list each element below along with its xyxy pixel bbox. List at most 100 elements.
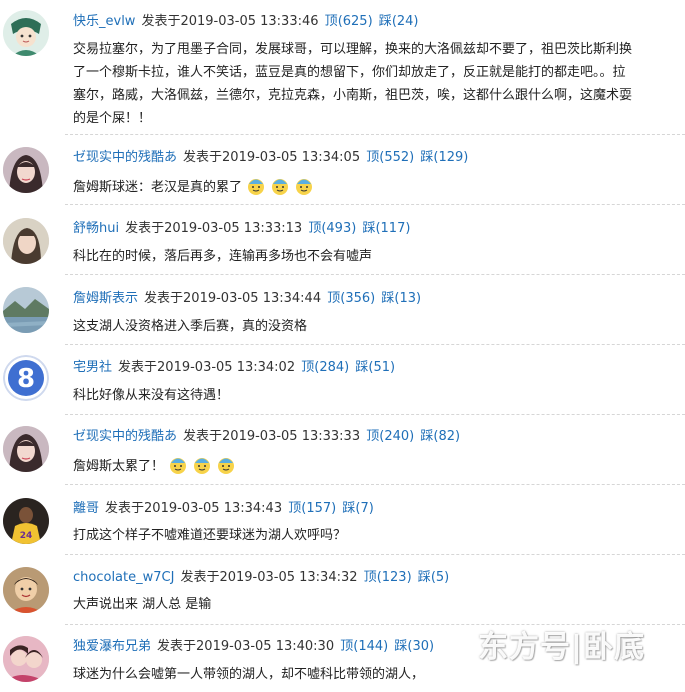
downvote-link[interactable]: 踩(7)	[342, 501, 373, 516]
post-time: 2019-03-05 13:34:44	[183, 291, 322, 306]
player-photo-avatar[interactable]: 24	[3, 498, 49, 544]
username-link[interactable]: ゼ现实中的残酷あ	[73, 429, 177, 444]
username-link[interactable]: 宅男社	[73, 360, 112, 375]
svg-text:8: 8	[17, 364, 35, 394]
comment-text: 詹姆斯球迷：老汉是真的累了	[73, 176, 673, 199]
comment-line: 了一个穆斯卡拉，谁人不笑话，蓝豆是真的想留下，你们却放走了，反正就是能打的都走吧…	[73, 65, 626, 80]
upvote-link[interactable]: 顶(144)	[340, 639, 388, 654]
emoji-group	[242, 179, 314, 195]
comment-meta: ゼ现实中的残酷あ 发表于2019-03-05 13:34:05 顶(552) 踩(…	[73, 149, 468, 167]
post-time: 2019-03-05 13:34:32	[219, 570, 358, 585]
comment-meta: ゼ现实中的残酷あ 发表于2019-03-05 13:33:33 顶(240) 踩(…	[73, 428, 460, 446]
posted-label: 发表于	[183, 150, 223, 165]
post-time: 2019-03-05 13:33:33	[222, 429, 361, 444]
comment-text: 打成这个样子不嘘难道还要球迷为湖人欢呼吗？	[73, 524, 673, 547]
upvote-link[interactable]: 顶(552)	[366, 150, 414, 165]
smiley-emoji-icon	[218, 458, 235, 474]
comment-line: 科比在的时候，落后再多，连输再多场也不会有嘘声	[73, 249, 373, 264]
comment-meta: 宅男社 发表于2019-03-05 13:34:02 顶(284) 踩(51)	[73, 359, 395, 377]
couple-photo-avatar[interactable]	[3, 636, 49, 682]
downvote-link[interactable]: 踩(30)	[394, 639, 434, 654]
posted-label: 发表于	[118, 360, 158, 375]
post-time: 2019-03-05 13:33:13	[164, 221, 303, 236]
comment-item: 快乐_evlw 发表于2019-03-05 13:33:46 顶(625) 踩(2…	[0, 0, 685, 135]
cartoon-avatar-icon[interactable]	[3, 10, 49, 56]
posted-label: 发表于	[144, 291, 184, 306]
smiley-emoji-icon	[248, 179, 265, 195]
downvote-link[interactable]: 踩(24)	[379, 14, 419, 29]
comment-line: 科比好像从来没有这待遇！	[73, 388, 230, 403]
post-time: 2019-03-05 13:34:02	[157, 360, 296, 375]
downvote-link[interactable]: 踩(129)	[420, 150, 468, 165]
comment-line: 詹姆斯太累了！	[73, 459, 165, 474]
username-link[interactable]: 詹姆斯表示	[73, 291, 138, 306]
downvote-link[interactable]: 踩(117)	[362, 221, 410, 236]
comment-meta: 快乐_evlw 发表于2019-03-05 13:33:46 顶(625) 踩(2…	[73, 13, 419, 31]
smiley-emoji-icon	[170, 458, 187, 474]
downvote-link[interactable]: 踩(82)	[420, 429, 460, 444]
comment-meta: 詹姆斯表示 发表于2019-03-05 13:34:44 顶(356) 踩(13)	[73, 290, 421, 308]
comment-item: ゼ现实中的残酷あ 发表于2019-03-05 13:33:33 顶(240) 踩(…	[0, 415, 685, 485]
child-photo-avatar[interactable]	[3, 567, 49, 613]
upvote-link[interactable]: 顶(493)	[308, 221, 356, 236]
comment-line: 大声说出来 湖人总 是输	[73, 597, 212, 612]
comment-line: 的是个屎！！	[73, 111, 152, 126]
posted-label: 发表于	[105, 501, 145, 516]
smiley-emoji-icon	[194, 458, 211, 474]
username-link[interactable]: 独爱瀑布兄弟	[73, 639, 151, 654]
downvote-link[interactable]: 踩(5)	[418, 570, 449, 585]
upvote-link[interactable]: 顶(123)	[364, 570, 412, 585]
comment-meta: 離哥 发表于2019-03-05 13:34:43 顶(157) 踩(7)	[73, 500, 374, 518]
comment-item: chocolate_w7CJ 发表于2019-03-05 13:34:32 顶(1…	[0, 555, 685, 625]
upvote-link[interactable]: 顶(284)	[301, 360, 349, 375]
username-link[interactable]: 舒畅hui	[73, 221, 119, 236]
comment-item: 24 離哥 发表于2019-03-05 13:34:43 顶(157) 踩(7) …	[0, 485, 685, 555]
girl-photo-avatar[interactable]	[3, 147, 49, 193]
post-time: 2019-03-05 13:34:05	[222, 150, 361, 165]
posted-label: 发表于	[183, 429, 223, 444]
comment-text: 科比在的时候，落后再多，连输再多场也不会有嘘声	[73, 245, 673, 268]
post-time: 2019-03-05 13:33:46	[180, 14, 319, 29]
username-link[interactable]: 離哥	[73, 501, 99, 516]
downvote-link[interactable]: 踩(51)	[355, 360, 395, 375]
comment-text: 交易拉塞尔，为了甩墨子合同，发展球哥，可以理解，换来的大洛佩兹却不要了，祖巴茨比…	[73, 38, 673, 130]
comment-item: 詹姆斯表示 发表于2019-03-05 13:34:44 顶(356) 踩(13)…	[0, 275, 685, 345]
girl-photo-avatar[interactable]	[3, 426, 49, 472]
svg-text:24: 24	[20, 531, 33, 541]
comment-meta: chocolate_w7CJ 发表于2019-03-05 13:34:32 顶(1…	[73, 569, 449, 587]
comment-text: 大声说出来 湖人总 是输	[73, 593, 673, 616]
username-link[interactable]: 快乐_evlw	[73, 14, 135, 29]
upvote-link[interactable]: 顶(356)	[327, 291, 375, 306]
comment-item: 舒畅hui 发表于2019-03-05 13:33:13 顶(493) 踩(117…	[0, 205, 685, 275]
comment-line: 球迷为什么会嘘第一人带领的湖人，却不嘘科比带领的湖人，	[73, 667, 425, 682]
post-time: 2019-03-05 13:34:43	[144, 501, 283, 516]
emoji-group	[164, 458, 236, 474]
comment-line: 打成这个样子不嘘难道还要球迷为湖人欢呼吗？	[73, 528, 347, 543]
upvote-link[interactable]: 顶(240)	[366, 429, 414, 444]
upvote-link[interactable]: 顶(157)	[288, 501, 336, 516]
number-8-avatar[interactable]: 8	[3, 355, 49, 401]
comment-meta: 独爱瀑布兄弟 发表于2019-03-05 13:40:30 顶(144) 踩(30…	[73, 638, 434, 656]
comment-meta: 舒畅hui 发表于2019-03-05 13:33:13 顶(493) 踩(117…	[73, 220, 410, 238]
posted-label: 发表于	[125, 221, 165, 236]
posted-label: 发表于	[141, 14, 181, 29]
smiley-emoji-icon	[272, 179, 289, 195]
woman-photo-avatar[interactable]	[3, 218, 49, 264]
username-link[interactable]: chocolate_w7CJ	[73, 570, 174, 585]
comment-item: ゼ现实中的残酷あ 发表于2019-03-05 13:34:05 顶(552) 踩(…	[0, 135, 685, 205]
comment-line: 交易拉塞尔，为了甩墨子合同，发展球哥，可以理解，换来的大洛佩兹却不要了，祖巴茨比…	[73, 42, 633, 57]
upvote-link[interactable]: 顶(625)	[325, 14, 373, 29]
downvote-link[interactable]: 踩(13)	[381, 291, 421, 306]
comment-line: 塞尔，路威，大洛佩兹，兰德尔，克拉克森，小南斯，祖巴茨，唉，这都什么跟什么啊，这…	[73, 88, 633, 103]
comment-text: 科比好像从来没有这待遇！	[73, 384, 673, 407]
post-time: 2019-03-05 13:40:30	[196, 639, 335, 654]
watermark-logo: 东方号|卧底	[478, 630, 645, 665]
comment-line: 詹姆斯球迷：老汉是真的累了	[73, 180, 243, 195]
smiley-emoji-icon	[296, 179, 313, 195]
username-link[interactable]: ゼ现实中的残酷あ	[73, 150, 177, 165]
comment-item: 8 宅男社 发表于2019-03-05 13:34:02 顶(284) 踩(51)…	[0, 345, 685, 415]
comment-text: 这支湖人没资格进入季后赛，真的没资格	[73, 315, 673, 338]
posted-label: 发表于	[180, 570, 220, 585]
landscape-avatar[interactable]	[3, 287, 49, 333]
comment-line: 这支湖人没资格进入季后赛，真的没资格	[73, 319, 308, 334]
